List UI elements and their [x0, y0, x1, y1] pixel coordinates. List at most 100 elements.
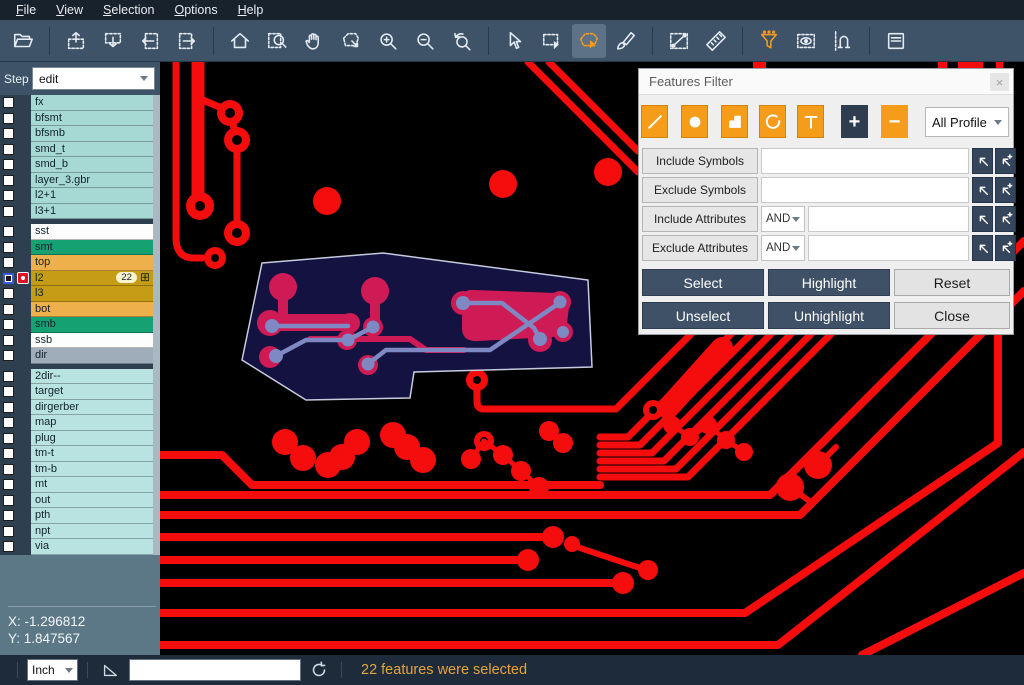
- close-icon[interactable]: ×: [990, 73, 1009, 91]
- layer-name-cell[interactable]: l2+1: [31, 188, 153, 204]
- layer-checkbox-layer_3.gbr[interactable]: [3, 175, 14, 186]
- layer-name-cell[interactable]: smd_t: [31, 142, 153, 158]
- menu-selection[interactable]: Selection: [93, 2, 164, 18]
- layer-checkbox-bot[interactable]: [3, 304, 14, 315]
- layer-checkbox-via[interactable]: [3, 541, 14, 552]
- layer-name-cell[interactable]: 2dir--: [31, 369, 153, 385]
- units-dropdown[interactable]: Inch: [27, 659, 78, 681]
- unselect-button[interactable]: Unselect: [642, 302, 764, 329]
- layer-name-cell[interactable]: target: [31, 384, 153, 400]
- select-button[interactable]: Select: [642, 269, 764, 296]
- layer-list-scrollbar[interactable]: [153, 95, 160, 557]
- layer-name-cell[interactable]: bfsmt: [31, 111, 153, 127]
- measure-line-icon[interactable]: [662, 24, 696, 58]
- layer-checkbox-map[interactable]: [3, 417, 14, 428]
- exclude-attributes-button[interactable]: Exclude Attributes: [642, 235, 758, 261]
- zoom-area-icon[interactable]: [260, 24, 294, 58]
- pick-add-from-canvas-button[interactable]: [995, 177, 1016, 203]
- exclude-attributes-operator-dropdown[interactable]: AND: [761, 235, 805, 261]
- select-polygon-icon[interactable]: [572, 24, 606, 58]
- exclude-symbols-input[interactable]: [761, 177, 969, 203]
- layer-checkbox-plug[interactable]: [3, 433, 14, 444]
- layer-checkbox-npt[interactable]: [3, 526, 14, 537]
- unhighlight-button[interactable]: Unhighlight: [768, 302, 890, 329]
- layer-name-cell[interactable]: layer_3.gbr: [31, 173, 153, 189]
- zoom-out-icon[interactable]: [408, 24, 442, 58]
- include-symbols-input[interactable]: [761, 148, 969, 174]
- pick-add-from-canvas-button[interactable]: [995, 206, 1016, 232]
- layer-checkbox-fx[interactable]: [3, 97, 14, 108]
- layer-name-cell[interactable]: l3: [31, 286, 153, 302]
- features-filter-icon[interactable]: [752, 24, 786, 58]
- layer-name-cell[interactable]: out: [31, 493, 153, 509]
- layer-name-cell[interactable]: via: [31, 539, 153, 555]
- arc-shape-button[interactable]: [759, 105, 786, 138]
- include-attributes-operator-dropdown[interactable]: AND: [761, 206, 805, 232]
- pick-from-canvas-button[interactable]: [972, 148, 993, 174]
- reset-button[interactable]: Reset: [894, 269, 1010, 296]
- view-options-icon[interactable]: [789, 24, 823, 58]
- menu-file[interactable]: File: [6, 2, 46, 18]
- snap-icon[interactable]: [826, 24, 860, 58]
- layer-checkbox-target[interactable]: [3, 386, 14, 397]
- export-up-icon[interactable]: [59, 24, 93, 58]
- layer-checkbox-2dir--[interactable]: [3, 371, 14, 382]
- pick-from-canvas-button[interactable]: [972, 235, 993, 261]
- text-shape-button[interactable]: [797, 105, 824, 138]
- layer-checkbox-l3+1[interactable]: [3, 206, 14, 217]
- select-rect-icon[interactable]: [535, 24, 569, 58]
- layer-checkbox-sst[interactable]: [3, 226, 14, 237]
- layer-name-cell[interactable]: tm-t: [31, 446, 153, 462]
- include-symbols-button[interactable]: Include Symbols: [642, 148, 758, 174]
- layer-name-cell[interactable]: bot: [31, 302, 153, 318]
- import-down-icon[interactable]: [96, 24, 130, 58]
- layer-name-cell[interactable]: smt: [31, 240, 153, 256]
- layer-checkbox-smd_b[interactable]: [3, 159, 14, 170]
- menu-view[interactable]: View: [46, 2, 93, 18]
- layer-checkbox-out[interactable]: [3, 495, 14, 506]
- layer-name-cell[interactable]: mt: [31, 477, 153, 493]
- zoom-previous-icon[interactable]: [445, 24, 479, 58]
- layer-checkbox-top[interactable]: [3, 257, 14, 268]
- paint-brush-icon[interactable]: [609, 24, 643, 58]
- measure-ruler-icon[interactable]: [699, 24, 733, 58]
- layer-checkbox-tm-t[interactable]: [3, 448, 14, 459]
- layer-name-cell[interactable]: smd_b: [31, 157, 153, 173]
- layer-name-cell[interactable]: dir: [31, 348, 153, 364]
- layer-checkbox-dirgerber[interactable]: [3, 402, 14, 413]
- layer-checkbox-l3[interactable]: [3, 288, 14, 299]
- layer-name-cell[interactable]: map: [31, 415, 153, 431]
- pick-from-canvas-button[interactable]: [972, 206, 993, 232]
- angle-measure-icon[interactable]: [101, 661, 119, 679]
- pick-add-from-canvas-button[interactable]: [995, 148, 1016, 174]
- exclude-symbols-button[interactable]: Exclude Symbols: [642, 177, 758, 203]
- layer-name-cell[interactable]: top: [31, 255, 153, 271]
- layer-checkbox-tm-b[interactable]: [3, 464, 14, 475]
- pan-hand-icon[interactable]: [297, 24, 331, 58]
- layer-name-cell[interactable]: sst: [31, 224, 153, 240]
- layer-checkbox-pth[interactable]: [3, 510, 14, 521]
- pad-shape-button[interactable]: [681, 105, 708, 138]
- remove-mode-button[interactable]: −: [881, 105, 908, 138]
- shift-left-icon[interactable]: [133, 24, 167, 58]
- add-mode-button[interactable]: +: [841, 105, 868, 138]
- layer-checkbox-bfsmt[interactable]: [3, 113, 14, 124]
- menu-options[interactable]: Options: [164, 2, 227, 18]
- layer-name-cell[interactable]: bfsmb: [31, 126, 153, 142]
- layer-name-cell[interactable]: smb: [31, 317, 153, 333]
- layer-name-cell[interactable]: l3+1: [31, 204, 153, 220]
- pick-from-canvas-button[interactable]: [972, 177, 993, 203]
- command-input[interactable]: [129, 659, 301, 681]
- exclude-attributes-input[interactable]: [808, 235, 969, 261]
- step-dropdown[interactable]: edit: [32, 67, 155, 90]
- close-button[interactable]: Close: [894, 302, 1010, 329]
- shift-right-icon[interactable]: [170, 24, 204, 58]
- zoom-polygon-icon[interactable]: [334, 24, 368, 58]
- highlight-button[interactable]: Highlight: [768, 269, 890, 296]
- menu-help[interactable]: Help: [228, 2, 274, 18]
- layer-checkbox-dir[interactable]: [3, 350, 14, 361]
- layer-checkbox-ssb[interactable]: [3, 335, 14, 346]
- layer-checkbox-mt[interactable]: [3, 479, 14, 490]
- grid-icon[interactable]: ⊞: [140, 272, 150, 283]
- layer-name-cell[interactable]: npt: [31, 524, 153, 540]
